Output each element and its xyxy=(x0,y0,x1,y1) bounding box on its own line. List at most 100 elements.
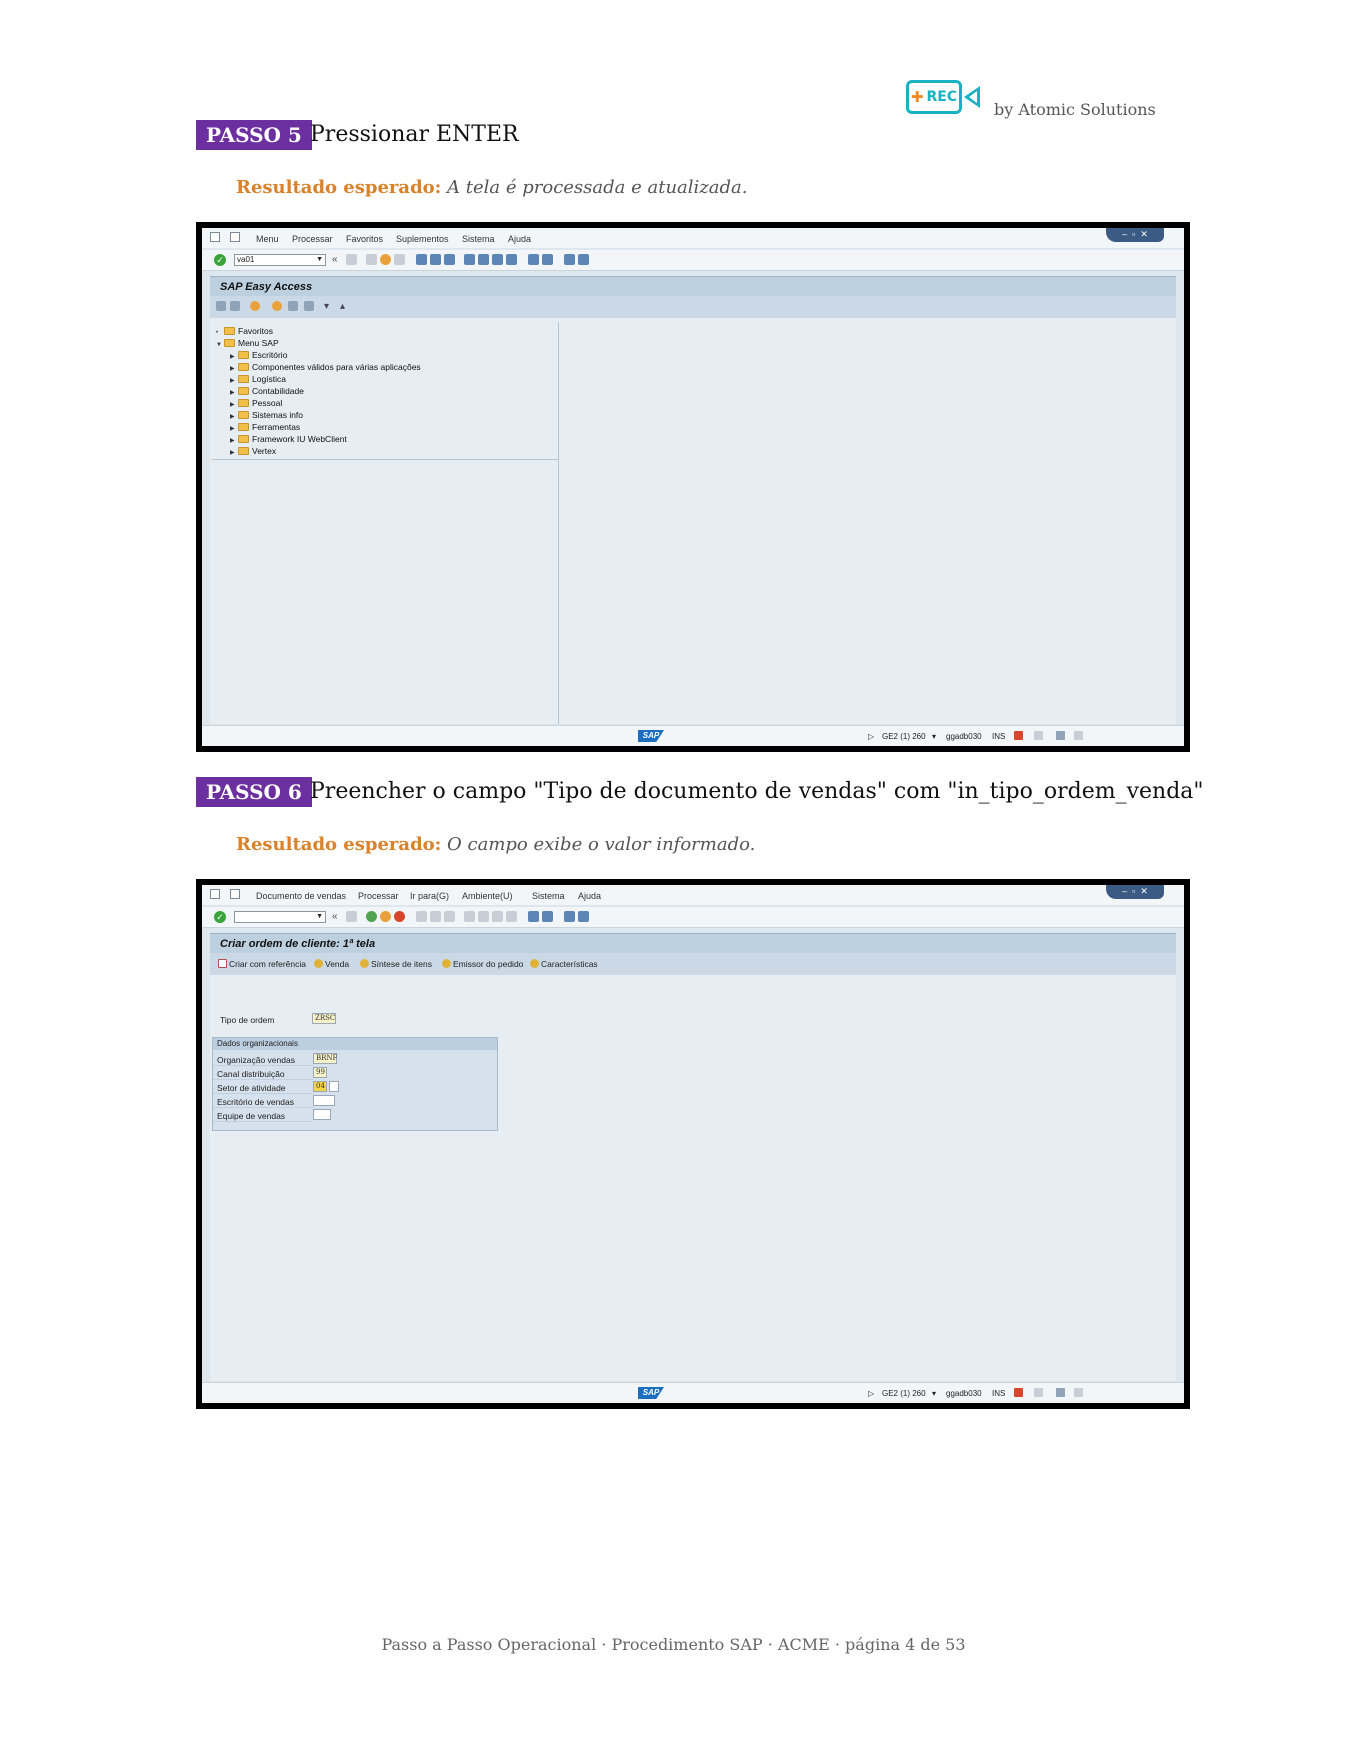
command-field[interactable]: ▼ xyxy=(234,911,326,923)
first-page-icon[interactable] xyxy=(464,254,475,265)
tree-node[interactable]: ▶ Escritório xyxy=(230,350,287,361)
message-icon[interactable] xyxy=(1074,731,1083,740)
exit-icon[interactable] xyxy=(380,254,391,265)
menu-icon[interactable] xyxy=(210,232,220,242)
next-page-icon[interactable] xyxy=(492,911,503,922)
sap-menu-icon[interactable] xyxy=(250,301,260,311)
item-overview-button[interactable]: Síntese de itens xyxy=(360,959,432,969)
lock-icon[interactable] xyxy=(1056,1388,1065,1397)
print-icon[interactable] xyxy=(416,911,427,922)
menu-icon[interactable] xyxy=(230,889,240,899)
characteristics-button[interactable]: Características xyxy=(530,959,598,969)
save-icon[interactable] xyxy=(346,911,357,922)
ordering-party-button[interactable]: Emissor do pedido xyxy=(442,959,523,969)
back-icon[interactable] xyxy=(366,254,377,265)
chevron-up-icon[interactable]: ▴ xyxy=(340,301,345,312)
exit-icon[interactable] xyxy=(380,911,391,922)
tree-node[interactable]: ▼ Menu SAP xyxy=(216,338,279,349)
cancel-icon[interactable] xyxy=(394,254,405,265)
menu-icon[interactable] xyxy=(230,232,240,242)
collapse-icon[interactable]: ▼ xyxy=(216,340,224,351)
menu-item-favoritos[interactable]: Favoritos xyxy=(346,234,383,244)
menu-item-suplementos[interactable]: Suplementos xyxy=(396,234,449,244)
first-page-icon[interactable] xyxy=(464,911,475,922)
enter-icon[interactable]: ✓ xyxy=(214,911,226,923)
menu-item-processar[interactable]: Processar xyxy=(292,234,333,244)
menu-icon[interactable] xyxy=(210,889,220,899)
menu-item-processar[interactable]: Processar xyxy=(358,891,399,901)
tree-node[interactable]: ▶ Ferramentas xyxy=(230,422,300,433)
lock-icon[interactable] xyxy=(1056,731,1065,740)
menu-item-ajuda[interactable]: Ajuda xyxy=(578,891,601,901)
new-session-icon[interactable] xyxy=(528,254,539,265)
chevron-down-icon[interactable]: ▼ xyxy=(316,255,323,265)
sales-button[interactable]: Venda xyxy=(314,959,349,969)
tree-node[interactable]: ▶ Componentes válidos para várias aplicaç… xyxy=(230,362,421,373)
find-next-icon[interactable] xyxy=(444,254,455,265)
find-icon[interactable] xyxy=(430,254,441,265)
tree-node[interactable]: ▶ Logística xyxy=(230,374,286,385)
menu-item-menu[interactable]: Menu xyxy=(256,234,279,244)
message-icon[interactable] xyxy=(1074,1388,1083,1397)
connection-icon[interactable] xyxy=(1034,1388,1043,1397)
window-controls[interactable]: – ▫ ✕ xyxy=(1106,228,1164,242)
shortcut-icon[interactable] xyxy=(542,911,553,922)
menu-item-sistema[interactable]: Sistema xyxy=(462,234,495,244)
sales-office-field[interactable] xyxy=(313,1095,335,1106)
division-field[interactable]: 04 xyxy=(313,1081,327,1092)
enter-icon[interactable]: ✓ xyxy=(214,254,226,266)
menu-item-ir-para[interactable]: Ir para(G) xyxy=(410,891,449,901)
insert-mode[interactable]: INS xyxy=(992,1389,1005,1398)
next-page-icon[interactable] xyxy=(492,254,503,265)
add-favorite-icon[interactable] xyxy=(272,301,282,311)
tree-node[interactable]: ▶ Pessoal xyxy=(230,398,282,409)
last-page-icon[interactable] xyxy=(506,254,517,265)
previous-page-icon[interactable] xyxy=(478,911,489,922)
user-menu-icon[interactable] xyxy=(230,301,240,311)
last-page-icon[interactable] xyxy=(506,911,517,922)
help-icon[interactable] xyxy=(564,254,575,265)
previous-page-icon[interactable] xyxy=(478,254,489,265)
sales-group-field[interactable] xyxy=(313,1109,331,1120)
save-icon[interactable] xyxy=(346,254,357,265)
command-field[interactable]: va01 ▼ xyxy=(234,254,326,266)
chevron-left-icon[interactable]: « xyxy=(332,254,338,265)
order-type-field[interactable]: ZRSC xyxy=(312,1013,336,1024)
chevron-left-icon[interactable]: « xyxy=(332,911,338,922)
tree-node[interactable]: ▶ Framework IU WebClient xyxy=(230,434,347,445)
expand-icon[interactable]: ▶ xyxy=(230,448,238,459)
chevron-down-icon[interactable]: ▾ xyxy=(932,732,936,741)
shortcut-icon[interactable] xyxy=(542,254,553,265)
flag-icon[interactable] xyxy=(1014,731,1023,740)
back-icon[interactable] xyxy=(366,911,377,922)
menu-icon[interactable] xyxy=(216,301,226,311)
connection-icon[interactable] xyxy=(1034,731,1043,740)
find-next-icon[interactable] xyxy=(444,911,455,922)
menu-item-ajuda[interactable]: Ajuda xyxy=(508,234,531,244)
print-icon[interactable] xyxy=(416,254,427,265)
delete-favorite-icon[interactable] xyxy=(288,301,298,311)
create-with-reference-button[interactable]: Criar com referência xyxy=(218,959,306,969)
play-icon[interactable]: ▷ xyxy=(868,732,874,741)
tree-node[interactable]: ▶ Sistemas info xyxy=(230,410,303,421)
play-icon[interactable]: ▷ xyxy=(868,1389,874,1398)
layout-icon[interactable] xyxy=(578,254,589,265)
chevron-down-icon[interactable]: ▾ xyxy=(932,1389,936,1398)
system-info[interactable]: GE2 (1) 260 xyxy=(882,1389,926,1398)
help-icon[interactable] xyxy=(564,911,575,922)
menu-item-documento-de-vendas[interactable]: Documento de vendas xyxy=(256,891,346,901)
system-info[interactable]: GE2 (1) 260 xyxy=(882,732,926,741)
chevron-down-icon[interactable]: ▾ xyxy=(324,301,329,312)
distribution-channel-field[interactable]: 99 xyxy=(313,1067,327,1078)
layout-icon[interactable] xyxy=(578,911,589,922)
chevron-down-icon[interactable]: ▼ xyxy=(316,912,323,922)
new-session-icon[interactable] xyxy=(528,911,539,922)
cancel-icon[interactable] xyxy=(394,911,405,922)
find-icon[interactable] xyxy=(430,911,441,922)
menu-item-sistema[interactable]: Sistema xyxy=(532,891,565,901)
flag-icon[interactable] xyxy=(1014,1388,1023,1397)
window-controls[interactable]: – ▫ ✕ xyxy=(1106,885,1164,899)
value-help-icon[interactable] xyxy=(329,1081,339,1092)
insert-mode[interactable]: INS xyxy=(992,732,1005,741)
tree-node[interactable]: • Favoritos xyxy=(216,326,273,337)
